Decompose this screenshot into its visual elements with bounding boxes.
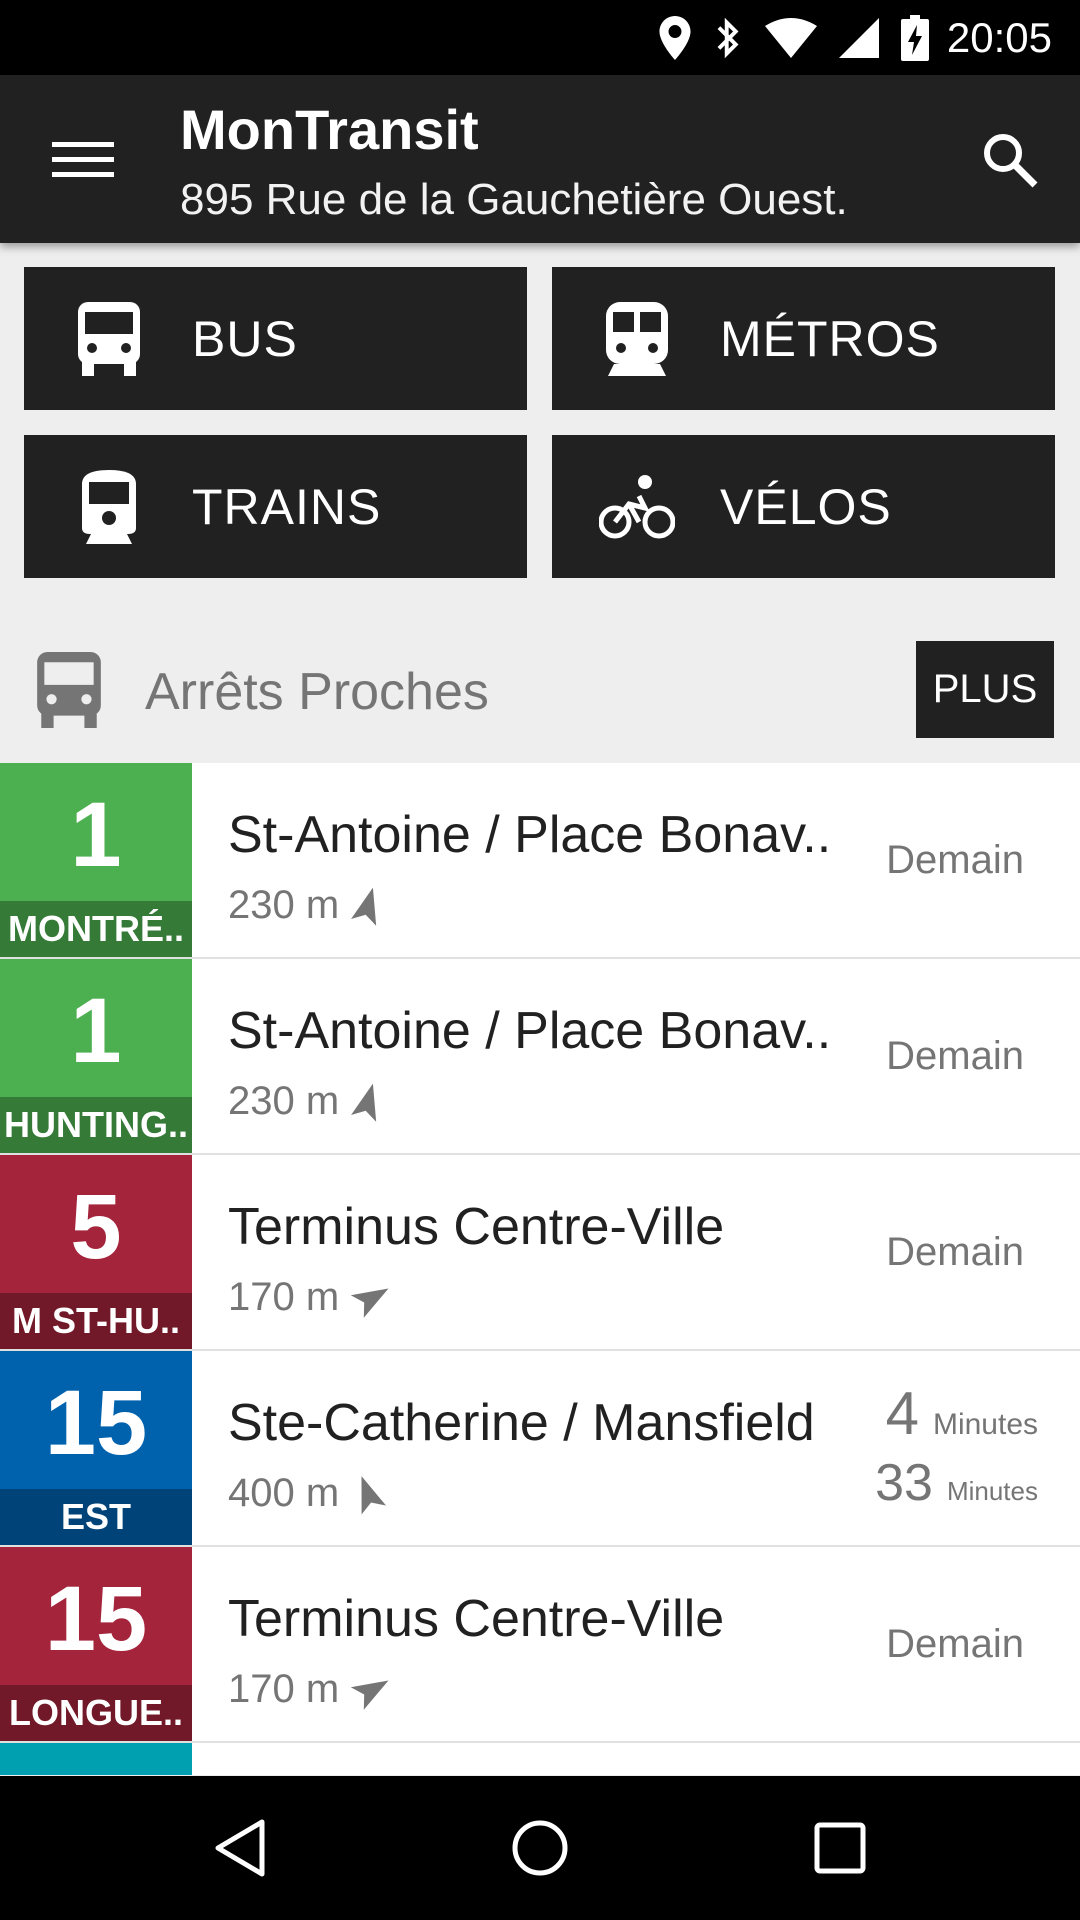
bus-icon xyxy=(64,294,154,384)
distance-value: 230 m xyxy=(228,1079,340,1123)
compass-arrow-icon xyxy=(351,1083,383,1122)
arrival-time: Demain xyxy=(886,1621,1024,1666)
stop-name: Terminus Centre-Ville xyxy=(228,1198,725,1256)
train-tile-label: TRAINS xyxy=(192,478,382,535)
signal-icon xyxy=(838,17,879,58)
back-button[interactable] xyxy=(200,1808,280,1888)
arrival-time: Demain xyxy=(886,1229,1024,1274)
arrival-time: Demain xyxy=(886,1033,1024,1078)
bike-icon xyxy=(592,462,682,552)
recents-button[interactable] xyxy=(800,1808,880,1888)
search-icon xyxy=(984,134,1038,188)
stop-row[interactable]: 15 LONGUE.. Terminus Centre-Ville 170 m … xyxy=(0,1547,1080,1743)
stop-row[interactable]: 1 HUNTING.. St-Antoine / Place Bonav.. 2… xyxy=(0,959,1080,1155)
compass-arrow-icon xyxy=(350,1671,391,1710)
home-button[interactable] xyxy=(500,1808,580,1888)
train-tile[interactable]: TRAINS xyxy=(24,435,527,578)
distance-value: 400 m xyxy=(228,1471,340,1515)
location-icon xyxy=(659,15,691,60)
stop-name: St-Antoine / Place Bonav.. xyxy=(228,1002,832,1060)
battery-charging-icon xyxy=(900,14,929,61)
compass-arrow-icon xyxy=(351,887,383,926)
stop-name: Terminus Centre-Ville xyxy=(228,1590,725,1648)
route-direction: LONGUE.. xyxy=(0,1685,192,1741)
stop-row[interactable] xyxy=(0,1743,1080,1775)
home-icon xyxy=(512,1820,568,1876)
nearby-stops-header: Arrêts Proches PLUS xyxy=(0,630,1080,762)
route-badge: 15 EST xyxy=(0,1351,192,1545)
stop-distance: 400 m xyxy=(228,1471,387,1516)
app-bar: MonTransit 895 Rue de la Gauchetière Oue… xyxy=(0,75,1080,243)
stop-distance: 230 m xyxy=(228,883,383,928)
stop-row[interactable]: 5 M ST-HU.. Terminus Centre-Ville 170 m … xyxy=(0,1155,1080,1351)
bus-tile[interactable]: BUS xyxy=(24,267,527,410)
location-subtitle[interactable]: 895 Rue de la Gauchetière Ouest. xyxy=(180,175,848,225)
stop-distance: 170 m xyxy=(228,1275,391,1320)
route-direction: EST xyxy=(0,1489,192,1545)
arrival-time-2-unit: Minutes xyxy=(946,1476,1038,1506)
search-button[interactable] xyxy=(970,120,1050,200)
wifi-icon xyxy=(764,17,817,58)
bus-tile-label: BUS xyxy=(192,310,298,367)
bus-icon xyxy=(36,652,102,733)
metro-tile-label: MÉTROS xyxy=(720,310,940,367)
stop-distance: 230 m xyxy=(228,1079,383,1124)
recents-icon xyxy=(814,1822,866,1874)
arrival-time-1-unit: Minutes xyxy=(932,1408,1038,1441)
navigation-bar xyxy=(0,1776,1080,1920)
subway-icon xyxy=(592,294,682,384)
route-badge: 5 M ST-HU.. xyxy=(0,1155,192,1349)
stop-name: St-Antoine / Place Bonav.. xyxy=(228,806,832,864)
bike-tile[interactable]: VÉLOS xyxy=(552,435,1055,578)
compass-arrow-icon xyxy=(353,1475,387,1514)
route-number: 15 xyxy=(44,1568,148,1670)
route-number: 1 xyxy=(70,980,122,1082)
route-badge: 1 HUNTING.. xyxy=(0,959,192,1153)
route-number: 1 xyxy=(70,784,122,886)
status-bar: 20:05 xyxy=(0,0,1080,75)
metro-tile[interactable]: MÉTROS xyxy=(552,267,1055,410)
arrival-time-2-value: 33 xyxy=(875,1454,933,1512)
distance-value: 170 m xyxy=(228,1667,340,1711)
app-title: MonTransit xyxy=(180,98,479,161)
clock: 20:05 xyxy=(946,13,1052,61)
more-button[interactable]: PLUS xyxy=(916,641,1054,738)
arrival-time-1-value: 4 xyxy=(885,1380,919,1447)
stop-row[interactable]: 15 EST Ste-Catherine / Mansfield 400 m 4… xyxy=(0,1351,1080,1547)
route-direction: M ST-HU.. xyxy=(0,1293,192,1349)
nearby-stops-title: Arrêts Proches xyxy=(145,663,489,721)
route-direction: MONTRÉ.. xyxy=(0,901,192,957)
bluetooth-icon xyxy=(713,16,743,60)
route-badge: 1 MONTRÉ.. xyxy=(0,763,192,957)
train-icon xyxy=(64,462,154,552)
stop-row[interactable]: 1 MONTRÉ.. St-Antoine / Place Bonav.. 23… xyxy=(0,763,1080,959)
nearby-stops-list: 1 MONTRÉ.. St-Antoine / Place Bonav.. 23… xyxy=(0,763,1080,1775)
distance-value: 230 m xyxy=(228,883,340,927)
route-badge xyxy=(0,1743,192,1775)
arrival-times: 4 Minutes 33 Minutes xyxy=(875,1379,1038,1527)
menu-icon xyxy=(52,142,114,177)
arrival-time: Demain xyxy=(886,837,1024,882)
distance-value: 170 m xyxy=(228,1275,340,1319)
menu-button[interactable] xyxy=(40,125,126,195)
back-icon xyxy=(215,1819,265,1877)
stop-distance: 170 m xyxy=(228,1667,391,1712)
route-number: 15 xyxy=(44,1372,148,1474)
compass-arrow-icon xyxy=(350,1279,391,1318)
bike-tile-label: VÉLOS xyxy=(720,478,892,535)
route-number: 5 xyxy=(70,1176,122,1278)
route-direction: HUNTING.. xyxy=(0,1097,192,1153)
stop-name: Ste-Catherine / Mansfield xyxy=(228,1394,815,1452)
route-badge: 15 LONGUE.. xyxy=(0,1547,192,1741)
